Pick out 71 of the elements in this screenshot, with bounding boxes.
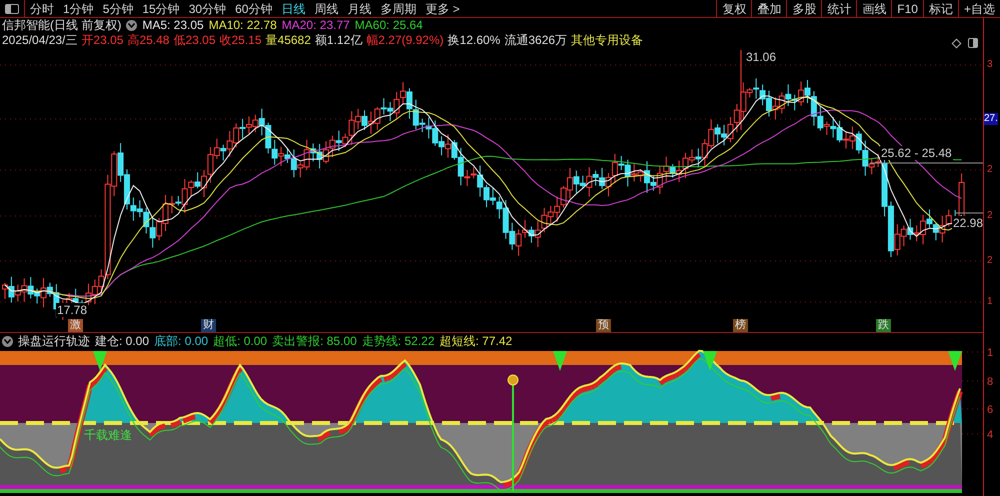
axis-label: 2 [987, 164, 993, 176]
indicator-value: 建仓: 0.00 [95, 334, 150, 348]
ma-value: MA5: 23.05 [142, 18, 204, 33]
quote-value: 量45682 [266, 33, 311, 48]
quote-value: 流通3626万 [504, 33, 568, 48]
period-tab[interactable]: 30分钟 [188, 0, 226, 16]
period-tab[interactable]: 周线 [314, 0, 338, 16]
quote-value: 2025/04/23/三 [2, 33, 78, 48]
indicator-value: 走势线: 52.22 [362, 334, 434, 348]
axis-label: 4 [987, 429, 994, 441]
chevron-down-icon[interactable] [126, 20, 138, 31]
event-marker[interactable]: 跌 [876, 319, 891, 332]
toolbar-button[interactable]: 统计 [821, 0, 856, 17]
toolbar-button[interactable]: 标记 [922, 0, 958, 17]
chevron-down-icon[interactable] [2, 336, 13, 346]
axis-label: 1 [987, 347, 994, 359]
toolbar-button[interactable]: 复权 [716, 0, 752, 17]
period-tab[interactable]: 更多 > [425, 0, 460, 16]
panel-toggle-icon[interactable] [5, 4, 19, 14]
ma-value: MA10: 22.78 [208, 18, 277, 33]
period-tab[interactable]: 1分钟 [63, 0, 94, 16]
axis-label: 1 [987, 296, 993, 308]
indicator-value: 超低: 0.00 [213, 334, 268, 348]
quote-value: 高25.48 [127, 33, 170, 48]
toolbar-button[interactable]: 画线 [856, 0, 892, 17]
indicator-value: 卖出警报: 85.00 [272, 334, 357, 348]
stock-title: 信邦智能(日线 前复权) [2, 18, 122, 33]
period-tab[interactable]: 多周期 [380, 0, 416, 16]
axis-label: 8 [987, 376, 994, 388]
toolbar-button[interactable]: 叠加 [751, 0, 786, 17]
signal-label: 千载难逢 [84, 428, 132, 442]
indicator-title: 操盘运行轨迹 [18, 334, 90, 348]
signal-triangle [948, 351, 962, 371]
toolbar-button[interactable]: 多股 [786, 0, 822, 17]
axis-label: 27. [984, 113, 998, 125]
period-tab[interactable]: 60分钟 [235, 0, 272, 16]
panel-toggle-icon[interactable] [968, 38, 978, 48]
toolbar-button[interactable]: +自选 [958, 0, 1000, 17]
period-tab[interactable]: 5分钟 [102, 0, 134, 16]
indicator-value: 底部: 0.00 [154, 334, 208, 348]
signal-triangle [553, 351, 567, 371]
indicator-value: 超短线: 77.42 [440, 334, 512, 348]
signal-triangle [93, 351, 107, 371]
quote-value: 开23.05 [81, 33, 124, 48]
event-marker[interactable]: 榜 [733, 319, 748, 332]
quote-value: 收25.15 [220, 33, 262, 48]
event-marker[interactable]: 财 [201, 319, 216, 332]
event-marker[interactable]: 预 [596, 319, 611, 332]
event-marker[interactable]: 激 [68, 319, 83, 332]
price-label: 17.78 [56, 303, 88, 317]
quote-value: 幅2.27(9.92%) [366, 33, 444, 48]
axis-label: 2 [987, 210, 993, 222]
ma-value: MA20: 23.77 [282, 18, 350, 33]
period-tab[interactable]: 日线 [281, 0, 306, 16]
period-tab[interactable]: 15分钟 [142, 0, 180, 16]
price-level-line [954, 212, 983, 214]
price-label: 25.62 - 25.48 [880, 146, 953, 160]
period-tab[interactable]: 分时 [30, 0, 54, 16]
price-label: 31.06 [746, 50, 776, 64]
axis-label: 3 [987, 59, 993, 71]
quote-value: 换12.60% [448, 33, 500, 48]
axis-label: 6 [987, 404, 994, 416]
ma-value: MA60: 25.64 [354, 18, 423, 33]
quote-value: 低23.05 [173, 33, 216, 48]
price-label: 22.98 [952, 216, 984, 230]
quote-value: 额1.12亿 [314, 33, 362, 48]
period-tab[interactable]: 月线 [347, 0, 372, 16]
toolbar-button[interactable]: F10 [891, 0, 923, 17]
quote-value: 其他专用设备 [571, 33, 644, 48]
signal-triangle [703, 351, 717, 371]
axis-label: 2 [987, 255, 993, 267]
